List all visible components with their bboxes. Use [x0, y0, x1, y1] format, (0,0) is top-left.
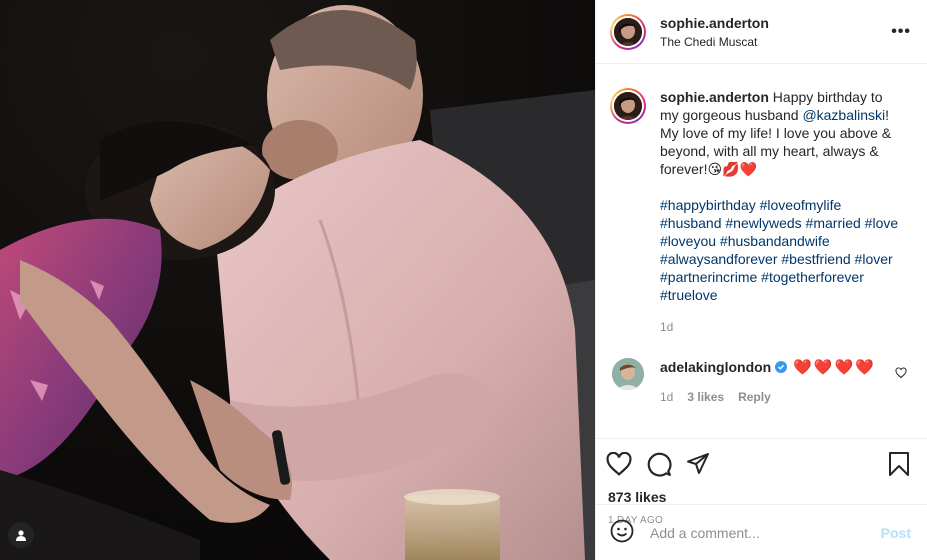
user-tag-icon[interactable]	[8, 522, 34, 548]
caption-emojis: 😘💋❤️	[707, 161, 757, 177]
post-actions: 873 likes 1 DAY AGO Post	[596, 438, 927, 560]
comment-reply-button[interactable]: Reply	[738, 390, 771, 404]
commenter-username[interactable]: adelakinglondon	[660, 359, 771, 375]
comment-item: adelakinglondon ❤️❤️❤️❤️ 1d 3 likes Repl…	[610, 358, 911, 404]
post-comment-button[interactable]: Post	[881, 525, 911, 541]
comment-likes[interactable]: 3 likes	[687, 390, 724, 404]
caption-username[interactable]: sophie.anderton	[660, 89, 769, 105]
instagram-post: sophie.anderton The Chedi Muscat ••• sop…	[0, 0, 927, 560]
post-header: sophie.anderton The Chedi Muscat •••	[596, 0, 927, 64]
speech-bubble-icon[interactable]	[646, 451, 672, 477]
heart-outline-icon[interactable]	[606, 452, 632, 476]
photo-image	[0, 0, 595, 560]
comment-text: ❤️❤️❤️❤️	[793, 359, 876, 376]
add-comment-bar: Post	[596, 504, 927, 560]
paper-plane-icon[interactable]	[686, 452, 710, 476]
caption-hashtags[interactable]: #happybirthday #loveofmylife #husband #n…	[660, 196, 900, 304]
post-location[interactable]: The Chedi Muscat	[660, 35, 891, 49]
comment-like-icon[interactable]	[895, 366, 907, 382]
author-avatar[interactable]	[610, 13, 646, 50]
comment-input[interactable]	[650, 524, 881, 541]
comments-list: sophie.anderton Happy birthday to my gor…	[596, 64, 927, 438]
commenter-avatar[interactable]	[612, 358, 644, 390]
caption-age: 1d	[660, 320, 674, 334]
caption-mention[interactable]: @kazbalinski	[802, 107, 885, 123]
smiley-icon[interactable]	[610, 519, 634, 546]
caption-avatar[interactable]	[610, 88, 646, 124]
comment-age: 1d	[660, 390, 674, 404]
more-options-button[interactable]: •••	[891, 23, 911, 41]
likes-count[interactable]: 873 likes	[606, 489, 911, 505]
post-sidebar: sophie.anderton The Chedi Muscat ••• sop…	[595, 0, 927, 560]
caption: sophie.anderton Happy birthday to my gor…	[610, 88, 911, 336]
caption-text: sophie.anderton Happy birthday to my gor…	[660, 88, 900, 336]
verified-badge-icon	[775, 361, 788, 373]
author-username[interactable]: sophie.anderton	[660, 15, 891, 31]
bookmark-icon[interactable]	[887, 451, 911, 477]
post-photo[interactable]	[0, 0, 595, 560]
